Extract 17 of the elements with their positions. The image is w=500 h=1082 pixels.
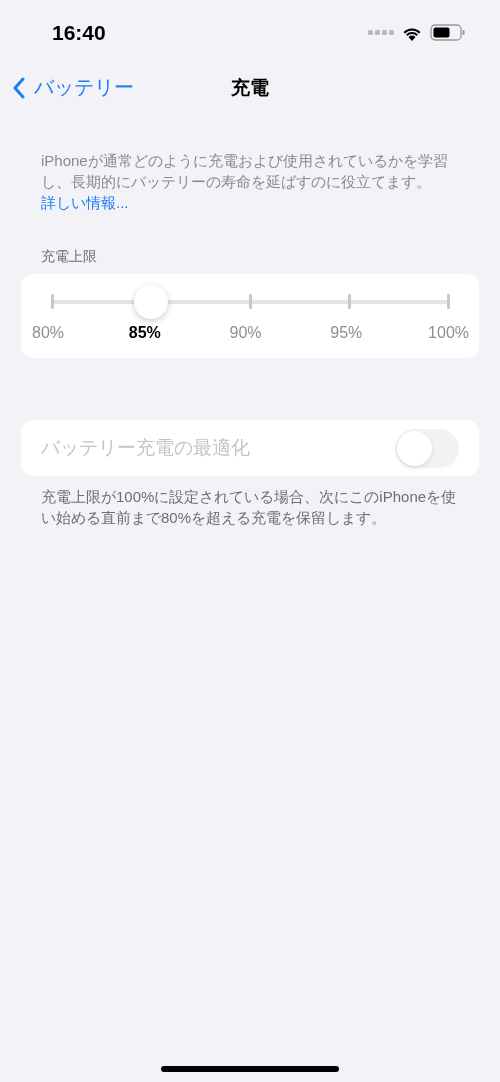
limit-option[interactable]: 85% (114, 324, 175, 342)
page-title: 充電 (231, 76, 269, 100)
limit-option[interactable]: 80% (32, 324, 74, 342)
battery-icon (430, 24, 466, 42)
slider-thumb[interactable] (134, 285, 168, 319)
back-button[interactable]: バッテリー (10, 72, 136, 103)
limit-option[interactable]: 90% (215, 324, 276, 342)
signal-icon (368, 30, 394, 36)
row-label: バッテリー充電の最適化 (41, 436, 250, 460)
limit-option[interactable]: 100% (417, 324, 469, 342)
description-text: iPhoneが通常どのように充電および使用されているかを学習し、長期的にバッテリーの寿命を延ばすのに役立てます。 詳しい情報... (41, 151, 449, 213)
footer-text: 充電上限が100%に設定されている場合、次にこのiPhoneを使い始める直前まで80%を超える充電を保留します。 (41, 487, 458, 528)
status-time: 16:40 (52, 21, 106, 45)
chevron-left-icon (12, 76, 26, 99)
learn-more-link[interactable]: 詳しい情報... (41, 192, 129, 213)
section-header: 充電上限 (41, 248, 98, 266)
limit-option[interactable]: 95% (316, 324, 377, 342)
